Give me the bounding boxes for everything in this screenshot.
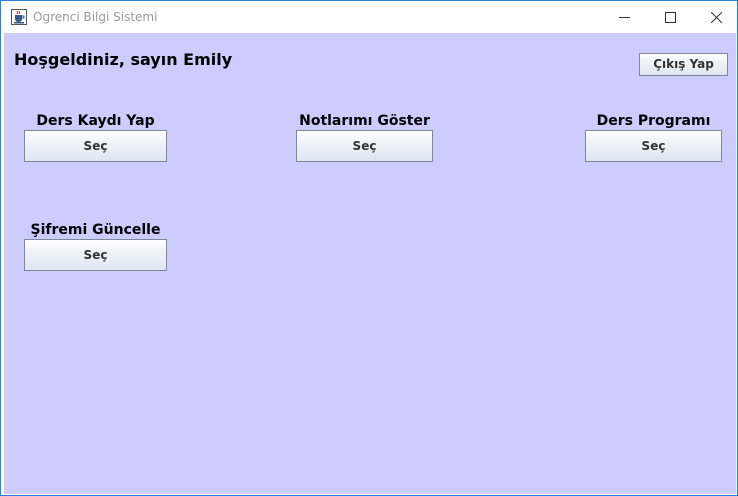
show-grades-button[interactable]: Seç — [296, 130, 433, 162]
welcome-message: Hoşgeldiniz, sayın Emily — [14, 50, 233, 69]
minimize-icon — [619, 17, 630, 18]
update-password-label: Şifremi Güncelle — [30, 222, 161, 238]
course-schedule-label: Ders Programı — [596, 113, 711, 129]
close-button[interactable] — [693, 1, 737, 33]
java-cup-icon — [11, 9, 27, 25]
course-registration-button[interactable]: Seç — [24, 130, 167, 162]
show-grades-label: Notlarımı Göster — [299, 113, 430, 129]
maximize-icon — [665, 12, 676, 23]
window-title: Ogrenci Bilgi Sistemi — [33, 10, 158, 24]
logout-button[interactable]: Çıkış Yap — [639, 53, 728, 76]
maximize-button[interactable] — [647, 1, 693, 33]
update-password-button[interactable]: Seç — [24, 239, 167, 271]
minimize-button[interactable] — [601, 1, 647, 33]
close-icon — [711, 12, 722, 23]
title-bar[interactable]: Ogrenci Bilgi Sistemi — [1, 1, 737, 33]
app-window: Ogrenci Bilgi Sistemi Hoşgeldiniz, sayın… — [0, 0, 738, 496]
main-panel: Hoşgeldiniz, sayın Emily Çıkış Yap Ders … — [4, 33, 736, 494]
course-schedule-button[interactable]: Seç — [585, 130, 722, 162]
course-registration-label: Ders Kaydı Yap — [36, 113, 155, 129]
